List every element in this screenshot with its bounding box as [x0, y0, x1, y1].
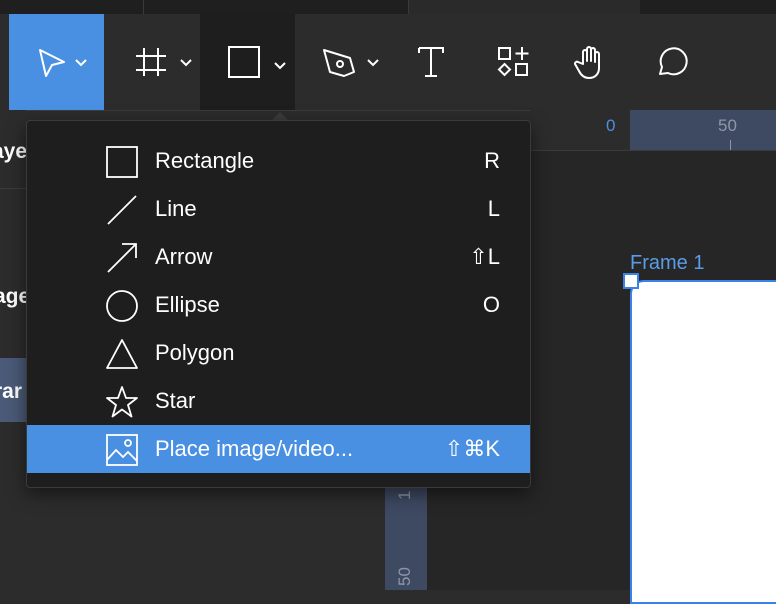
divider [0, 188, 26, 189]
ruler-tick [730, 140, 731, 150]
menu-item-shortcut: ⇧⌘K [444, 436, 500, 461]
ruler-label-fifty-v: 50 [395, 567, 414, 586]
menu-item-star[interactable]: Star [27, 377, 530, 425]
move-tool-button[interactable] [9, 14, 104, 110]
menu-item-shortcut: ⇧L [469, 244, 500, 269]
menu-item-polygon[interactable]: Polygon [27, 329, 530, 377]
pen-nib-icon [323, 49, 379, 77]
menu-item-place-image[interactable]: Place image/video... ⇧⌘K [27, 425, 530, 473]
top-strip [0, 0, 776, 14]
polygon-icon [106, 339, 138, 369]
comment-tool-button[interactable] [640, 14, 702, 110]
frame-1[interactable] [630, 280, 776, 604]
pen-tool-button[interactable] [310, 14, 390, 110]
menu-item-shortcut: R [484, 148, 500, 173]
ruler-selection-band [630, 110, 776, 150]
arrow-icon [107, 243, 137, 273]
menu-item-label: Polygon [155, 340, 235, 365]
menu-item-label: Arrow [155, 244, 213, 269]
menu-item-arrow[interactable]: Arrow ⇧L [27, 233, 530, 281]
selected-layer-label: rar [0, 380, 23, 403]
top-tab[interactable] [640, 0, 776, 14]
menu-item-label: Rectangle [155, 148, 255, 173]
menu-caret [272, 112, 288, 120]
shape-tool-button[interactable] [200, 14, 295, 110]
selected-layer-row[interactable]: rar [0, 358, 26, 422]
frame-label[interactable]: Frame 1 [630, 252, 704, 275]
menu-item-label: Line [155, 196, 197, 221]
star-icon [106, 386, 138, 418]
menu-item-ellipse[interactable]: Ellipse O [27, 281, 530, 329]
menu-item-label: Ellipse [155, 292, 220, 317]
layers-panel: aye age rar [0, 110, 30, 590]
text-t-icon [418, 47, 444, 77]
frame-resize-handle[interactable] [623, 273, 639, 289]
resources-tool-button[interactable] [482, 14, 544, 110]
square-icon [227, 46, 286, 78]
shape-dropdown-menu: Rectangle R Line L Arrow ⇧L Ellipse O Po… [26, 120, 531, 488]
layers-heading: aye [0, 140, 28, 163]
menu-item-label: Place image/video... [155, 436, 354, 461]
rectangle-icon [106, 146, 138, 178]
ruler-label-fifty: 50 [718, 116, 737, 135]
hand-tool-button[interactable] [560, 14, 622, 110]
menu-item-line[interactable]: Line L [27, 185, 530, 233]
speech-bubble-icon [659, 47, 688, 76]
hand-icon [574, 46, 600, 79]
ruler-label-zero: 0 [606, 116, 616, 135]
top-tab[interactable] [0, 0, 144, 14]
menu-item-rectangle[interactable]: Rectangle R [27, 137, 530, 185]
line-icon [107, 195, 137, 225]
shapes-grid-icon [497, 47, 529, 77]
menu-item-shortcut: O [482, 292, 500, 317]
frame-hash-icon [136, 48, 192, 76]
ellipse-icon [106, 290, 138, 322]
top-tab[interactable] [144, 0, 409, 14]
frame-tool-button[interactable] [120, 14, 200, 110]
text-tool-button[interactable] [400, 14, 462, 110]
menu-item-shortcut: L [487, 196, 500, 221]
cursor-arrow-icon [38, 49, 87, 77]
image-icon [106, 434, 138, 466]
toolbar [0, 14, 776, 111]
vertical-ruler: 1 50 [385, 486, 427, 590]
horizontal-ruler: 0 50 [530, 110, 776, 151]
ruler-label-one: 1 [395, 490, 414, 500]
menu-item-label: Star [155, 388, 196, 413]
